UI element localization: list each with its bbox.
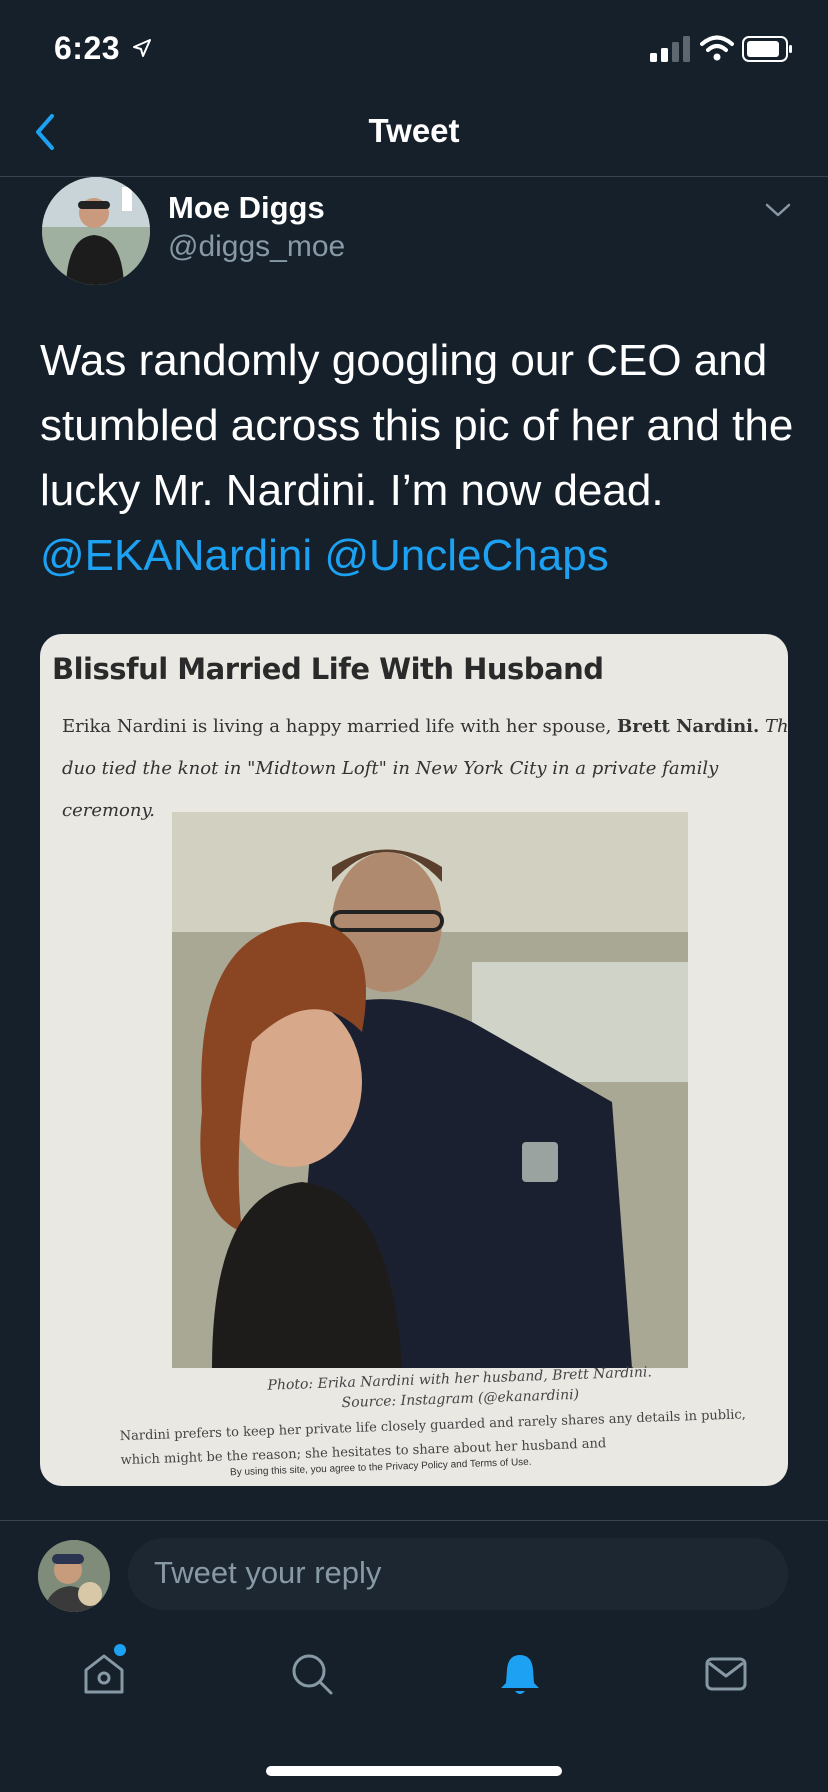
header-divider	[0, 176, 828, 177]
cellular-signal-icon	[650, 36, 690, 62]
media-article-title: Blissful Married Life With Husband	[52, 652, 604, 686]
page-title: Tweet	[368, 112, 460, 149]
wifi-icon	[700, 35, 734, 61]
author-avatar[interactable]	[42, 177, 150, 285]
reply-placeholder: Tweet your reply	[154, 1555, 382, 1590]
author-handle[interactable]: @diggs_moe	[168, 230, 345, 264]
location-arrow-icon	[133, 39, 151, 57]
media-paragraph-bold: Brett Nardini.	[617, 716, 760, 737]
home-icon[interactable]	[80, 1650, 128, 1698]
notifications-icon[interactable]	[496, 1650, 544, 1698]
author-name[interactable]: Moe Diggs	[168, 190, 325, 226]
tweet-body: Was randomly googling our CEO and stumbl…	[40, 336, 794, 515]
reply-divider	[0, 1520, 828, 1521]
media-paragraph-text: Erika Nardini is living a happy married …	[62, 716, 618, 737]
couple-photo	[172, 812, 688, 1368]
search-icon[interactable]	[288, 1650, 336, 1698]
status-time: 6:23	[54, 30, 121, 66]
home-indicator[interactable]	[266, 1766, 562, 1776]
home-notification-dot	[114, 1644, 126, 1656]
tweet-text: Was randomly googling our CEO and stumbl…	[40, 328, 800, 588]
tweet-media-image[interactable]: Blissful Married Life With Husband Erika…	[40, 634, 788, 1486]
mention-link[interactable]: @EKANardini	[40, 531, 312, 580]
battery-icon	[742, 36, 792, 62]
chevron-down-icon[interactable]	[764, 200, 792, 220]
mention-link[interactable]: @UncleChaps	[324, 531, 608, 580]
user-avatar	[38, 1540, 110, 1612]
messages-icon[interactable]	[702, 1650, 750, 1698]
